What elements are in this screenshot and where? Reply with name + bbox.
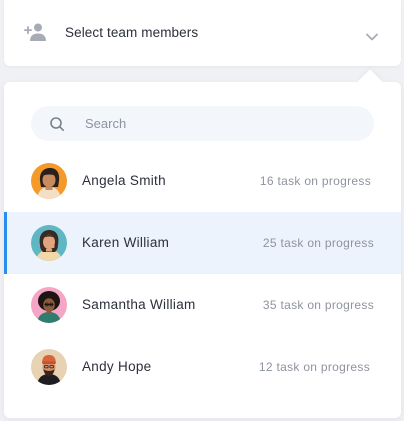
team-member-select[interactable]: Select team members [4,0,401,66]
chevron-down-icon[interactable] [365,29,379,41]
search-icon [49,116,65,132]
search-input[interactable] [85,106,355,141]
dropdown-pointer [357,69,383,95]
avatar [31,225,67,261]
team-member-picker: Select team members Search Angela Smith … [0,0,404,421]
members-dropdown: Angela Smith 16 task on progress [4,69,401,418]
member-name: Samantha William [82,297,196,312]
member-row-angela-smith[interactable]: Angela Smith 16 task on progress [4,150,401,212]
avatar [31,349,67,385]
member-task-count: 16 task on progress [259,174,371,188]
members-list: Angela Smith 16 task on progress Karen W… [4,150,401,398]
avatar [31,163,67,199]
member-name: Angela Smith [82,173,166,188]
member-row-karen-william[interactable]: Karen William 25 task on progress [4,212,401,274]
member-task-count: 25 task on progress [262,236,374,250]
member-name: Andy Hope [82,359,152,374]
select-label: Select team members [65,25,199,40]
search-box[interactable] [31,106,374,141]
avatar [31,287,67,323]
member-row-andy-hope[interactable]: Andy Hope 12 task on progress [4,336,401,398]
member-row-samantha-william[interactable]: Samantha William 35 task on progress [4,274,401,336]
add-user-icon [24,22,48,42]
member-name: Karen William [82,235,170,250]
member-task-count: 35 task on progress [262,298,374,312]
member-task-count: 12 task on progress [258,360,370,374]
